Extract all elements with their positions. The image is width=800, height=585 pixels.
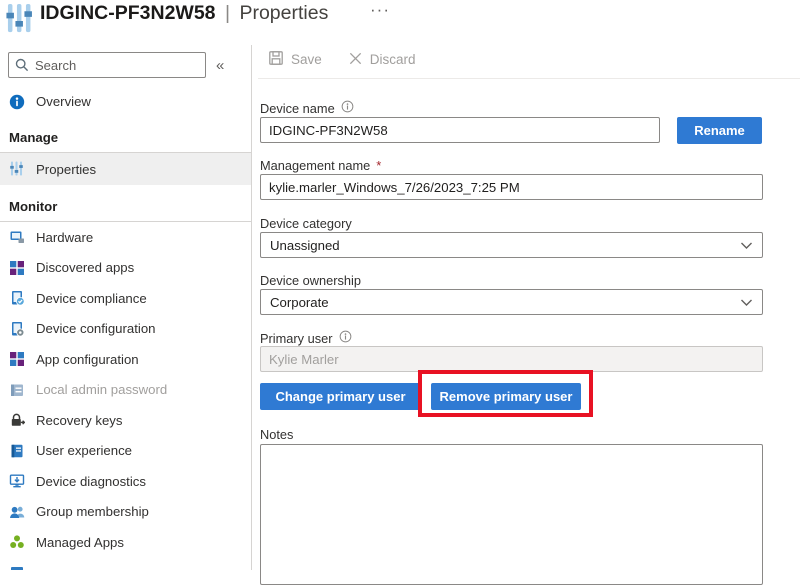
- discard-button[interactable]: Discard: [348, 51, 416, 69]
- sidebar-item-label: App configuration: [36, 352, 139, 367]
- sidebar-item-hardware[interactable]: Hardware: [0, 222, 251, 253]
- divider: [258, 78, 800, 79]
- sidebar: « Overview Manage: [0, 45, 252, 570]
- sidebar-item-label: Device configuration: [36, 321, 156, 336]
- sidebar-item-managed-apps[interactable]: Managed Apps: [0, 527, 251, 558]
- save-button[interactable]: Save: [268, 50, 322, 69]
- notebook-icon: [9, 443, 25, 459]
- partial-icon: [9, 565, 25, 570]
- info-tooltip-icon[interactable]: [341, 100, 354, 116]
- page-title: IDGINC-PF3N2W58 | Properties: [40, 2, 328, 25]
- sidebar-item-label: Managed Apps: [36, 535, 124, 550]
- hardware-icon: [9, 229, 25, 245]
- managed-apps-icon: [9, 534, 25, 550]
- change-primary-user-button[interactable]: Change primary user: [260, 383, 421, 410]
- sidebar-section-manage: Manage: [0, 125, 251, 149]
- discard-label: Discard: [370, 52, 416, 67]
- sidebar-item-label: Recovery keys: [36, 413, 122, 428]
- notes-textarea[interactable]: [260, 444, 763, 585]
- save-label: Save: [291, 52, 322, 67]
- command-bar: Save Discard: [268, 50, 416, 69]
- device-ownership-value: Corporate: [270, 295, 329, 310]
- sliders-icon: [9, 161, 25, 177]
- sidebar-item-device-configuration[interactable]: Device configuration: [0, 314, 251, 345]
- properties-sliders-icon: [4, 3, 34, 38]
- sidebar-item-label: Device diagnostics: [36, 474, 146, 489]
- sidebar-item-label: Discovered apps: [36, 260, 134, 275]
- search-input[interactable]: [8, 52, 206, 78]
- sidebar-item-label: Properties: [36, 162, 96, 177]
- sidebar-item-overview[interactable]: Overview: [0, 87, 251, 116]
- device-category-value: Unassigned: [270, 238, 340, 253]
- page-title-section: Properties: [239, 2, 328, 24]
- page-title-separator: |: [221, 2, 234, 24]
- chevron-down-icon: [740, 238, 753, 253]
- device-category-label: Device category: [260, 216, 352, 231]
- sidebar-item-label: User experience: [36, 443, 132, 458]
- sidebar-item-device-diagnostics[interactable]: Device diagnostics: [0, 466, 251, 497]
- close-icon: [348, 51, 363, 69]
- diagnostics-icon: [9, 473, 25, 489]
- info-icon: [9, 94, 25, 110]
- sidebar-item-device-compliance[interactable]: Device compliance: [0, 283, 251, 314]
- sidebar-item-label: Local admin password: [36, 382, 167, 397]
- device-ownership-label: Device ownership: [260, 273, 361, 288]
- device-configuration-icon: [9, 321, 25, 337]
- notes-label: Notes: [260, 427, 293, 442]
- sidebar-item-local-admin-password[interactable]: Local admin password: [0, 375, 251, 406]
- lock-icon: [9, 412, 25, 428]
- password-icon: [9, 382, 25, 398]
- sidebar-item-label: Hardware: [36, 230, 93, 245]
- sidebar-item-user-experience[interactable]: User experience: [0, 436, 251, 467]
- search-icon: [14, 57, 30, 78]
- page-title-device-name: IDGINC-PF3N2W58: [40, 2, 216, 24]
- sidebar-section-monitor: Monitor: [0, 194, 251, 218]
- device-category-dropdown[interactable]: Unassigned: [260, 232, 763, 258]
- save-icon: [268, 50, 284, 69]
- device-ownership-dropdown[interactable]: Corporate: [260, 289, 763, 315]
- sidebar-item-app-configuration[interactable]: App configuration: [0, 344, 251, 375]
- rename-button[interactable]: Rename: [677, 117, 762, 144]
- sidebar-item-recovery-keys[interactable]: Recovery keys: [0, 405, 251, 436]
- sidebar-item-properties[interactable]: Properties: [0, 153, 251, 185]
- primary-user-label: Primary user: [260, 330, 352, 346]
- management-name-input[interactable]: [260, 174, 763, 200]
- device-name-label: Device name: [260, 100, 354, 116]
- apps-icon: [9, 260, 25, 276]
- primary-user-input: [260, 346, 763, 372]
- device-compliance-icon: [9, 290, 25, 306]
- more-actions-icon[interactable]: ···: [370, 0, 390, 20]
- sidebar-item-partial[interactable]: [0, 558, 251, 571]
- remove-primary-user-button[interactable]: Remove primary user: [431, 383, 581, 410]
- device-properties-page: IDGINC-PF3N2W58 | Properties ··· «: [0, 0, 800, 570]
- collapse-sidebar-icon[interactable]: «: [216, 57, 224, 74]
- sidebar-item-label: Overview: [36, 94, 91, 109]
- device-name-input[interactable]: [260, 117, 660, 143]
- app-configuration-icon: [9, 351, 25, 367]
- chevron-down-icon: [740, 295, 753, 310]
- info-tooltip-icon[interactable]: [339, 330, 352, 346]
- management-name-label: Management name *: [260, 158, 381, 173]
- required-asterisk: *: [376, 158, 381, 173]
- people-icon: [9, 504, 25, 520]
- sidebar-item-label: Device compliance: [36, 291, 147, 306]
- sidebar-item-discovered-apps[interactable]: Discovered apps: [0, 253, 251, 284]
- sidebar-item-label: Group membership: [36, 504, 149, 519]
- sidebar-item-group-membership[interactable]: Group membership: [0, 497, 251, 528]
